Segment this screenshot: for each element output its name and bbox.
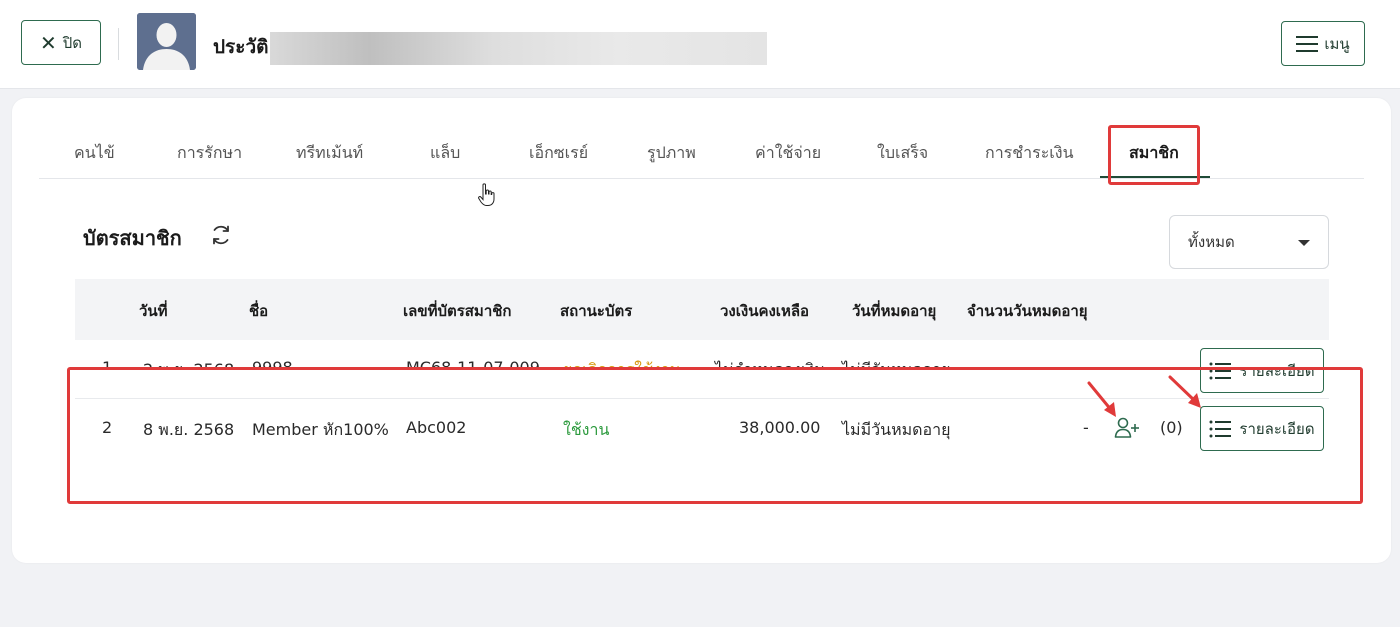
hamburger-icon [1296, 35, 1319, 52]
tab-receipts[interactable]: ใบเสร็จ [877, 141, 928, 166]
row-days-left: - [1083, 418, 1089, 437]
chevron-down-icon [1298, 240, 1310, 246]
patient-title: ประวัติ [213, 36, 269, 58]
section-title: บัตรสมาชิก [83, 226, 182, 250]
row-status: ยกเลิกการใช้งาน [563, 358, 681, 367]
status-filter-select[interactable]: ทั้งหมด [1169, 215, 1329, 269]
tab-member[interactable]: สมาชิก [1129, 141, 1179, 166]
column-header-status: สถานะบัตร [560, 302, 633, 320]
list-icon [1209, 420, 1232, 437]
column-header-balance: วงเงินคงเหลือ [720, 302, 810, 320]
row-status: ใช้งาน [563, 420, 610, 439]
column-header-expiry: วันที่หมดอายุ [852, 302, 937, 320]
column-header-days-left: จำนวนวันหมดอายุ [967, 302, 1088, 320]
row-date: 2 พ.ย. 2568 [143, 358, 234, 367]
column-header-name: ชื่อ [249, 302, 269, 320]
row-name: Member หัก100% [252, 420, 389, 439]
tab-expenses[interactable]: ค่าใช้จ่าย [755, 141, 821, 166]
refresh-icon[interactable] [209, 223, 233, 247]
menu-label: เมนู [1324, 34, 1350, 53]
list-icon [1209, 362, 1232, 379]
row-balance: ไม่กำหนดวงเงิน [715, 358, 825, 367]
row-name: 9998 [252, 358, 293, 367]
row-card-no: Abc002 [406, 418, 467, 437]
active-tab-indicator [1100, 176, 1210, 178]
row-expiry: ไม่มีวันหมดอายุ [842, 358, 951, 367]
row-balance: 38,000.00 [739, 418, 821, 437]
member-count: (0) [1160, 418, 1183, 437]
avatar [137, 13, 196, 70]
close-icon: ✕ [39, 30, 57, 55]
person-icon [137, 13, 196, 70]
tab-treatment-items[interactable]: ทรีทเม้นท์ [296, 141, 363, 166]
row-expiry: ไม่มีวันหมดอายุ [842, 420, 951, 439]
detail-label: รายละเอียด [1239, 361, 1315, 380]
detail-label: รายละเอียด [1239, 419, 1315, 438]
tab-lab[interactable]: แล็บ [430, 141, 460, 166]
row-card-no: MC68-11-07-009 [406, 358, 540, 367]
tabs-divider [39, 178, 1364, 179]
detail-button[interactable]: รายละเอียด [1200, 348, 1324, 393]
add-member-icon[interactable] [1114, 416, 1140, 440]
table-row: 1 2 พ.ย. 2568 9998 MC68-11-07-009 ยกเลิก… [75, 350, 1329, 367]
tab-payment[interactable]: การชำระเงิน [985, 141, 1074, 166]
tab-patient[interactable]: คนไข้ [74, 141, 115, 166]
menu-button[interactable]: เมนู [1281, 21, 1365, 66]
tab-xray[interactable]: เอ็กซเรย์ [529, 141, 588, 166]
close-button[interactable]: ✕ ปิด [21, 20, 101, 65]
row-days-left: - [1083, 358, 1089, 367]
tab-treatment[interactable]: การรักษา [177, 141, 242, 166]
column-header-card-no: เลขที่บัตรสมาชิก [403, 302, 512, 320]
redacted-patient-name [270, 32, 767, 65]
close-label: ปิด [62, 33, 83, 52]
pointer-hand-icon [478, 183, 495, 206]
filter-value: ทั้งหมด [1188, 233, 1235, 251]
tab-images[interactable]: รูปภาพ [647, 141, 696, 166]
detail-button[interactable]: รายละเอียด [1200, 406, 1324, 451]
row-number: 2 [102, 418, 113, 437]
column-header-date: วันที่ [139, 302, 168, 320]
header-divider [118, 28, 119, 60]
row-number: 1 [102, 358, 112, 367]
row-date: 8 พ.ย. 2568 [143, 420, 235, 439]
row-divider [75, 398, 1329, 399]
